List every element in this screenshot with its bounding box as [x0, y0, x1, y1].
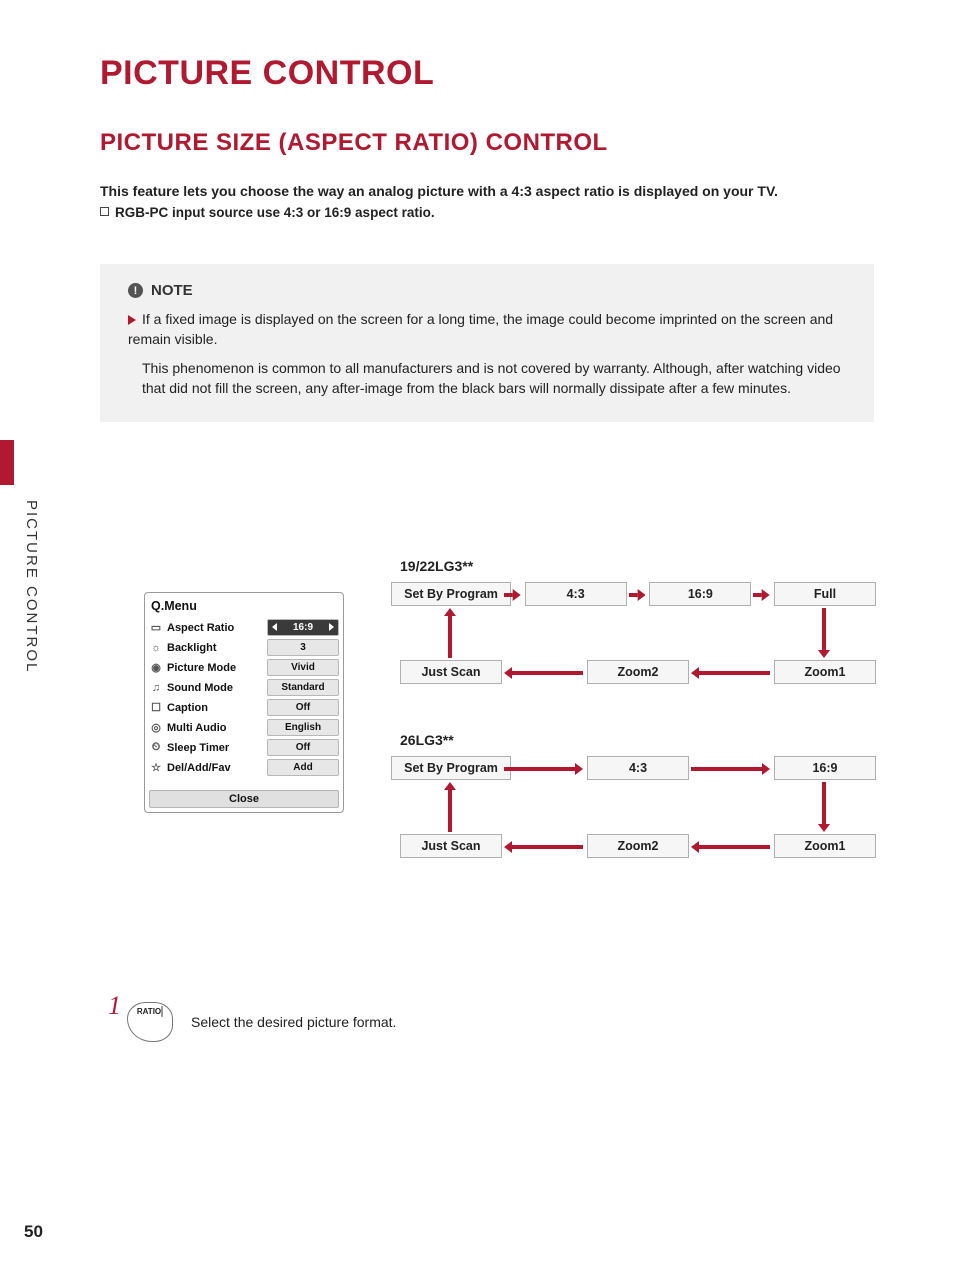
arrow-left-icon — [691, 841, 770, 853]
arrow-left-icon — [691, 667, 770, 679]
page-content: PICTURE CONTROL PICTURE SIZE (ASPECT RAT… — [100, 54, 874, 422]
caption-icon: ☐ — [149, 702, 163, 714]
qmenu-row[interactable]: ▭ Aspect Ratio 16:9 — [149, 619, 339, 636]
flow-box: 16:9 — [774, 756, 876, 780]
qmenu-row[interactable]: ☼ Backlight 3 — [149, 639, 339, 656]
qmenu-row-label: Aspect Ratio — [167, 622, 263, 634]
flow-box: Full — [774, 582, 876, 606]
triangle-bullet-icon — [128, 315, 136, 325]
sun-icon: ☼ — [149, 642, 163, 654]
eye-icon: ◉ — [149, 662, 163, 674]
model-label: 19/22LG3** — [400, 558, 874, 574]
qmenu-row-value: Off — [267, 699, 339, 716]
vertical-section-label: PICTURE CONTROL — [23, 500, 40, 673]
flow-box: Zoom1 — [774, 660, 876, 684]
arrow-right-icon — [504, 763, 583, 775]
qmenu-row[interactable]: ♫ Sound Mode Standard — [149, 679, 339, 696]
clock-icon: ⏲ — [149, 742, 163, 754]
arrow-down-icon — [818, 608, 830, 658]
qmenu-row-value: Vivid — [267, 659, 339, 676]
note-box: ! NOTE If a fixed image is displayed on … — [100, 264, 874, 422]
qmenu-close-button[interactable]: Close — [149, 790, 339, 808]
page-number: 50 — [24, 1222, 43, 1242]
arrow-up-icon — [444, 782, 456, 832]
qmenu-row-value: Off — [267, 739, 339, 756]
qmenu-row[interactable]: ⏲ Sleep Timer Off — [149, 739, 339, 756]
intro-note: RGB-PC input source use 4:3 or 16:9 aspe… — [100, 205, 874, 220]
qmenu-row-value: Add — [267, 759, 339, 776]
page-subtitle: PICTURE SIZE (ASPECT RATIO) CONTROL — [100, 129, 874, 157]
flow-box: Just Scan — [400, 660, 502, 684]
flow-diagram: Set By Program4:316:9Just ScanZoom2Zoom1 — [400, 756, 874, 872]
qmenu-row-label: Picture Mode — [167, 662, 263, 674]
qmenu-row-label: Caption — [167, 702, 263, 714]
flow-box: 4:3 — [587, 756, 689, 780]
step-row: 1 RATIO Select the desired picture forma… — [108, 1002, 396, 1042]
audio-icon: ◎ — [149, 722, 163, 734]
qmenu-row-value: Standard — [267, 679, 339, 696]
qmenu-panel: Q.Menu ▭ Aspect Ratio 16:9 ☼ Backlight 3 ◉ Pict… — [144, 592, 344, 813]
qmenu-row-label: Multi Audio — [167, 722, 263, 734]
qmenu-row-label: Sleep Timer — [167, 742, 263, 754]
arrow-right-icon — [629, 589, 646, 601]
qmenu-row[interactable]: ☆ Del/Add/Fav Add — [149, 759, 339, 776]
ratio-remote-button[interactable]: RATIO — [127, 1002, 173, 1042]
flow-box: Zoom1 — [774, 834, 876, 858]
fav-icon: ☆ — [149, 762, 163, 774]
qmenu-row-label: Del/Add/Fav — [167, 762, 263, 774]
flow-box: 16:9 — [649, 582, 751, 606]
note-icon: ♫ — [149, 682, 163, 694]
note-heading-text: NOTE — [151, 282, 193, 299]
arrow-right-icon — [504, 589, 521, 601]
arrow-right-icon — [753, 589, 770, 601]
qmenu-row-value: 16:9 — [267, 619, 339, 636]
step-text: Select the desired picture format. — [191, 1014, 396, 1030]
qmenu-row[interactable]: ☐ Caption Off — [149, 699, 339, 716]
rect-icon: ▭ — [149, 622, 163, 634]
flow-box: Just Scan — [400, 834, 502, 858]
remote-button-pill — [161, 1006, 163, 1017]
arrow-up-icon — [444, 608, 456, 658]
flow-box: Zoom2 — [587, 660, 689, 684]
model-label: 26LG3** — [400, 732, 874, 748]
qmenu-row-label: Backlight — [167, 642, 263, 654]
side-accent-bar — [0, 440, 14, 485]
qmenu-row[interactable]: ◉ Picture Mode Vivid — [149, 659, 339, 676]
flow-box: Set By Program — [391, 756, 511, 780]
note-body: If a fixed image is displayed on the scr… — [128, 309, 846, 398]
ratio-button-label: RATIO — [137, 1007, 161, 1016]
page-title: PICTURE CONTROL — [100, 54, 874, 93]
flow-diagram: Set By Program4:316:9FullJust ScanZoom2Z… — [400, 582, 874, 698]
intro-text: This feature lets you choose the way an … — [100, 183, 874, 199]
step-number: 1 — [108, 991, 121, 1021]
qmenu-row-label: Sound Mode — [167, 682, 263, 694]
note-heading: ! NOTE — [128, 282, 846, 299]
qmenu-row-value: English — [267, 719, 339, 736]
flow-diagrams: 19/22LG3**Set By Program4:316:9FullJust … — [400, 558, 874, 906]
flow-box: 4:3 — [525, 582, 627, 606]
flow-box: Set By Program — [391, 582, 511, 606]
qmenu-title: Q.Menu — [151, 599, 337, 613]
arrow-left-icon — [504, 841, 583, 853]
arrow-down-icon — [818, 782, 830, 832]
qmenu-row[interactable]: ◎ Multi Audio English — [149, 719, 339, 736]
arrow-left-icon — [504, 667, 583, 679]
qmenu-row-value: 3 — [267, 639, 339, 656]
flow-box: Zoom2 — [587, 834, 689, 858]
info-icon: ! — [128, 283, 143, 298]
arrow-right-icon — [691, 763, 770, 775]
